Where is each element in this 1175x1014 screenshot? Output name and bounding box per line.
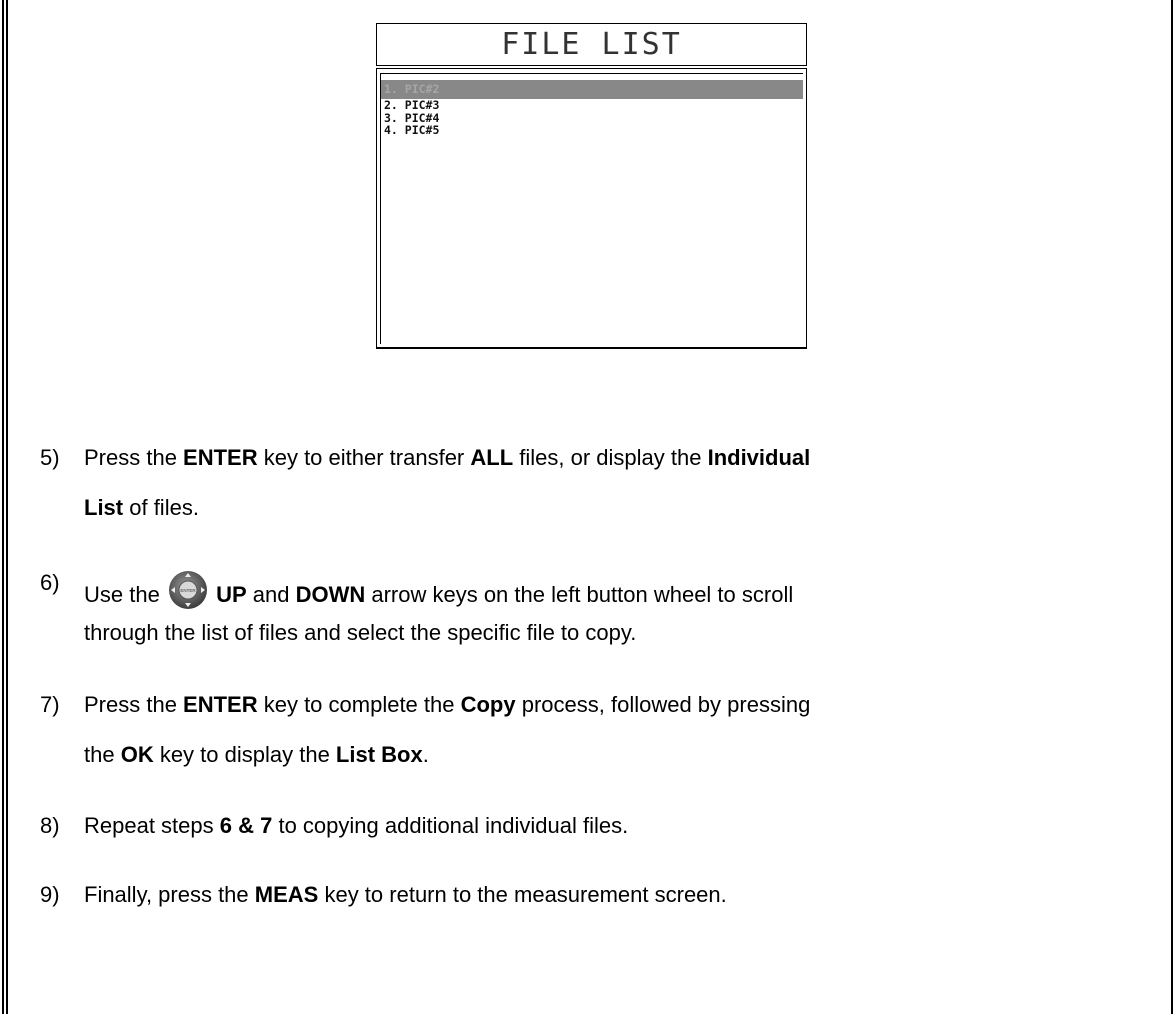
step-text-line: Repeat steps 6 & 7 to copying additional… <box>84 813 629 838</box>
file-list-item[interactable]: 4. PIC#5 <box>381 124 803 137</box>
step-number: 5) <box>40 445 60 470</box>
file-list-item-selected[interactable]: 1. PIC#2 <box>381 80 803 99</box>
page-border-left-inner <box>6 0 8 1014</box>
step-text-line: the OK key to display the List Box. <box>84 742 429 767</box>
button-wheel-icon: ENTER <box>168 571 207 609</box>
file-list-box: 1. PIC#2 2. PIC#3 3. PIC#4 4. PIC#5 <box>376 68 807 349</box>
step-text-line: List of files. <box>84 495 199 520</box>
page-border-right <box>1171 0 1173 1014</box>
file-list-title-bar: FILE LIST <box>376 23 807 66</box>
file-list-item[interactable]: 2. PIC#3 <box>381 99 803 112</box>
step-text-line: through the list of files and select the… <box>84 620 637 645</box>
file-list-title: FILE LIST <box>501 27 682 62</box>
svg-text:ENTER: ENTER <box>180 588 196 593</box>
file-list-inner: 1. PIC#2 2. PIC#3 3. PIC#4 4. PIC#5 <box>380 73 803 344</box>
step-text-line: Press the ENTER key to either transfer A… <box>84 445 811 470</box>
step-text-line: Use the ENTER UP and DOWN arrow keys on … <box>84 570 793 610</box>
file-list-item[interactable]: 3. PIC#4 <box>381 112 803 125</box>
step-text-line: Finally, press the MEAS key to return to… <box>84 882 727 907</box>
step-number: 7) <box>40 692 60 717</box>
step-number: 8) <box>40 813 60 838</box>
step-number: 9) <box>40 882 60 907</box>
page-border-left <box>2 0 4 1014</box>
step-number: 6) <box>40 570 60 595</box>
file-list-screen: FILE LIST 1. PIC#2 2. PIC#3 3. PIC#4 4. … <box>376 23 807 349</box>
step-text-line: Press the ENTER key to complete the Copy… <box>84 692 811 717</box>
